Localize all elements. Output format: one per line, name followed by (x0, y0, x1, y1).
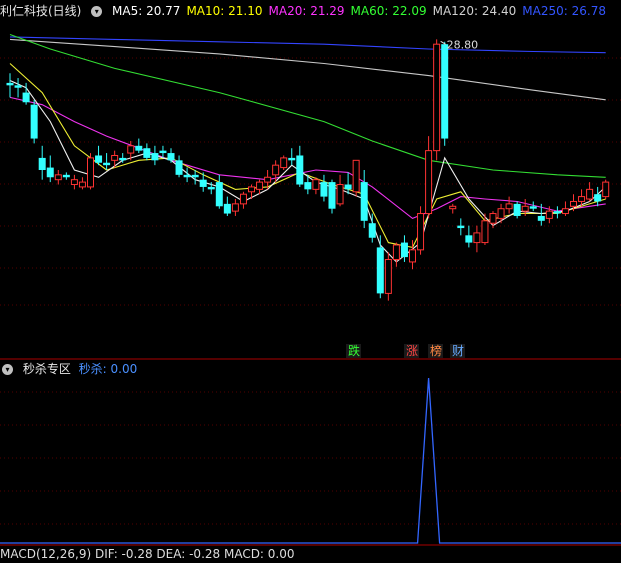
candle-body (561, 208, 569, 215)
candle-body (46, 167, 54, 178)
candle-body (143, 148, 151, 158)
candle-body (328, 182, 336, 209)
candle-body (529, 206, 537, 209)
candle-body (199, 179, 207, 187)
candle-body (22, 92, 30, 103)
candle-body (296, 155, 304, 185)
candle-body (183, 174, 191, 178)
kill-line (0, 377, 621, 544)
candle-body (151, 153, 159, 161)
candle-body (280, 157, 288, 169)
candle-body (87, 157, 94, 188)
candle-body (400, 242, 408, 258)
macd-label: MACD(12,26,9) DIF: -0.28 DEA: -0.28 MACD… (0, 547, 295, 561)
event-tag: 榜 (430, 343, 442, 358)
candle-body (38, 157, 46, 170)
candle-body (376, 247, 384, 294)
candle-body (368, 223, 376, 238)
event-tag: 财 (452, 344, 464, 358)
candle-body (78, 181, 86, 188)
candle-body (537, 215, 545, 221)
candle-body (553, 211, 561, 214)
candle-body (497, 208, 505, 219)
ma10-line (9, 63, 606, 249)
bottom-indicator-header: MACD(12,26,9) DIF: -0.28 DEA: -0.28 MACD… (0, 545, 301, 563)
candle-body (312, 179, 320, 190)
candle-body (545, 210, 553, 219)
candle-body (384, 259, 392, 294)
candle-body (239, 193, 247, 205)
ma120-line (9, 38, 606, 101)
candle-body (578, 196, 586, 202)
candle-body (489, 213, 497, 224)
candle-body (14, 85, 22, 88)
event-tag: 跌 (348, 343, 360, 358)
peak-label: 28.80 (447, 38, 479, 51)
candle-body (119, 157, 127, 161)
candle-body (392, 244, 400, 261)
candle-body (231, 203, 239, 212)
candle-body (207, 186, 215, 190)
ma250-line (9, 36, 606, 54)
candle-body (570, 200, 577, 207)
candle-body (288, 157, 296, 161)
kill-value: 秒杀: 0.00 (78, 362, 138, 376)
candle-body (223, 203, 231, 214)
candle-body (215, 182, 223, 207)
kline-chart: 28.80 跌 涨榜财 (0, 33, 621, 546)
candle-body (135, 145, 143, 151)
candle-body (175, 160, 183, 175)
candle-body (457, 225, 465, 229)
candle-body (191, 174, 199, 178)
candle-body (473, 232, 481, 244)
candle-body (256, 181, 264, 190)
candle-body (54, 174, 62, 181)
candle-body (127, 145, 135, 154)
event-tag: 涨 (406, 343, 418, 358)
sub-chart-header: ▾ 秒杀专区 秒杀: 0.00 (0, 360, 143, 378)
candle-body (521, 205, 529, 212)
candle-body (320, 182, 328, 197)
candle-body (336, 184, 344, 205)
candle-body (304, 182, 312, 190)
collapse-icon[interactable]: ▾ (2, 364, 13, 375)
candle-body (360, 182, 368, 221)
candle-body (95, 155, 103, 163)
candle-body (248, 186, 255, 193)
candle-body (449, 205, 457, 210)
candle-body (433, 43, 441, 152)
candle-body (586, 188, 594, 200)
candle-body (264, 176, 272, 183)
candle-body (272, 164, 280, 176)
candle-body (167, 153, 175, 161)
candle-body (159, 150, 167, 154)
candle-body (417, 213, 425, 251)
candle-body (465, 235, 473, 243)
candle-body (70, 179, 78, 186)
sub-title: 秒杀专区 (22, 362, 71, 376)
candle-body (505, 203, 513, 210)
candle-body (425, 150, 433, 215)
candle-body (481, 220, 489, 244)
candle-body (513, 203, 521, 216)
candle-body (344, 184, 352, 190)
candle-body (602, 181, 610, 198)
candle-body (352, 159, 360, 193)
candle-body (409, 249, 416, 263)
candle-body (30, 104, 38, 139)
candle-body (441, 44, 449, 139)
candle-body (111, 154, 119, 161)
candle-body (6, 82, 14, 86)
candle-body (103, 162, 111, 166)
candle-body (62, 174, 70, 178)
candle-body (594, 194, 602, 202)
